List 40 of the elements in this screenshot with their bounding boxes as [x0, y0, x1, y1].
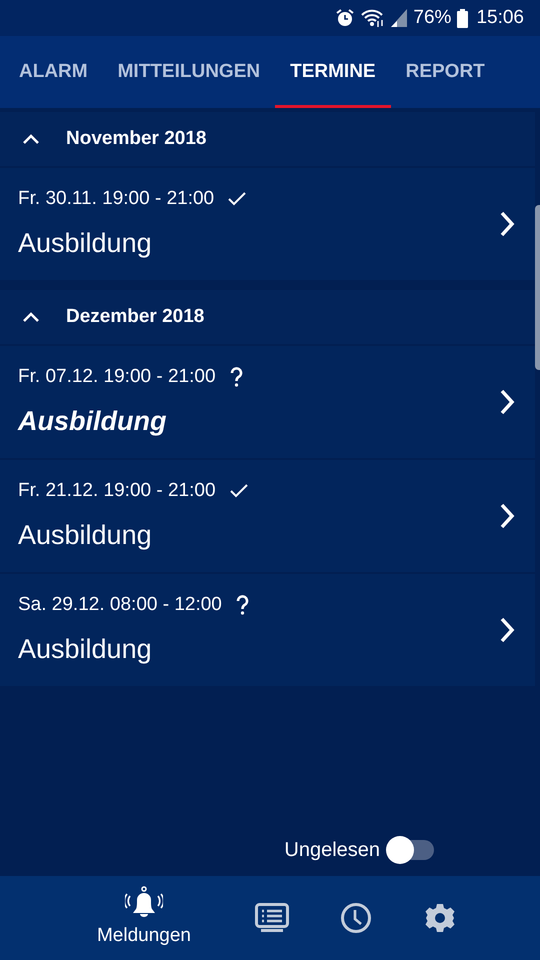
- chevron-right-icon: [499, 389, 515, 415]
- chevron-right-icon: [499, 503, 515, 529]
- nav-item[interactable]: [338, 902, 374, 934]
- section-title: Dezember 2018: [66, 304, 204, 329]
- battery-percent: 76%: [413, 6, 452, 30]
- event-time: Fr. 07.12. 19:00 - 21:00: [18, 364, 216, 388]
- toggle-label: Ungelesen: [284, 838, 380, 863]
- toggle-switch[interactable]: [386, 836, 434, 864]
- event-card[interactable]: Sa. 29.12. 08:00 - 12:00 Ausbildung: [0, 574, 535, 686]
- tab[interactable]: MITTEILUNGEN: [102, 36, 276, 108]
- event-card[interactable]: Fr. 30.11. 19:00 - 21:00 Ausbildung: [0, 168, 535, 280]
- event-title: Ausbildung: [18, 633, 153, 666]
- clock-icon: [340, 902, 372, 934]
- signal-icon: [391, 9, 408, 27]
- event-time: Fr. 30.11. 19:00 - 21:00: [18, 186, 214, 210]
- nav-item[interactable]: Meldungen: [84, 886, 204, 950]
- event-time: Fr. 21.12. 19:00 - 21:00: [18, 478, 216, 502]
- settings-icon: [424, 902, 456, 934]
- section-title: November 2018: [66, 126, 206, 151]
- chevron-right-icon: [499, 617, 515, 643]
- list-screen-icon: [255, 903, 289, 933]
- alarm-clock-icon: [335, 8, 356, 28]
- event-title: Ausbildung: [18, 405, 168, 438]
- event-time: Sa. 29.12. 08:00 - 12:00: [18, 592, 222, 616]
- section-header[interactable]: Dezember 2018: [0, 290, 535, 344]
- nav-item[interactable]: [254, 903, 290, 933]
- event-card[interactable]: Fr. 21.12. 19:00 - 21:00 Ausbildung: [0, 460, 535, 572]
- chevron-right-icon: [499, 211, 515, 237]
- ringing-bell-icon: [125, 886, 163, 920]
- battery-icon: [457, 8, 468, 28]
- clock-time: 15:06: [476, 6, 524, 30]
- section-header[interactable]: November 2018: [0, 112, 535, 166]
- tab[interactable]: TERMINE: [275, 36, 391, 108]
- tab[interactable]: REPORT: [390, 36, 500, 108]
- event-card[interactable]: Fr. 07.12. 19:00 - 21:00 Ausbildung: [0, 346, 535, 458]
- event-title: Ausbildung: [18, 227, 153, 260]
- event-title: Ausbildung: [18, 519, 153, 552]
- tab[interactable]: ALARM: [4, 36, 103, 108]
- scrollbar[interactable]: [535, 205, 540, 370]
- wifi-icon: [361, 8, 386, 28]
